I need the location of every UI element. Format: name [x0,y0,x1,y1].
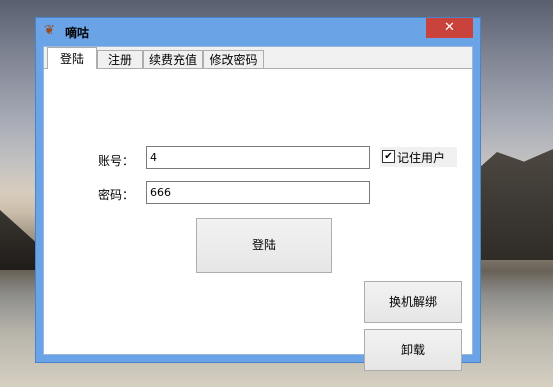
tab-strip: 登陆 注册 续费充值 修改密码 [44,47,472,69]
account-label: 账号： [98,154,135,168]
uninstall-button-label: 卸载 [400,343,425,357]
account-input[interactable]: 4 [146,146,370,169]
unbind-machine-button[interactable]: 换机解绑 [364,281,462,323]
uninstall-button[interactable]: 卸载 [364,329,462,371]
tab-label: 注册 [107,53,132,67]
login-button[interactable]: 登陆 [196,218,332,273]
remember-user-label: 记住用户 [397,151,446,165]
tab-label: 续费充值 [148,53,197,67]
tab-change-password[interactable]: 修改密码 [203,50,264,68]
close-button[interactable]: ✕ [426,18,473,38]
password-label: 密码： [98,188,135,202]
tab-login[interactable]: 登陆 [47,47,97,69]
title-bar[interactable]: ❦ 嘀咕 ✕ [36,18,480,46]
tab-register[interactable]: 注册 [97,50,143,68]
login-button-label: 登陆 [251,238,276,252]
background-rock [0,210,40,270]
app-window: ❦ 嘀咕 ✕ 登陆 注册 续费充值 修改密码 账号： 4 ✔ 记住用户 密码： … [35,17,481,371]
app-emblem-icon: ❦ [44,23,55,38]
checkmark-icon: ✔ [382,150,395,163]
background-hill [470,146,553,260]
tab-label: 修改密码 [209,53,258,67]
close-icon: ✕ [444,20,455,35]
tab-recharge[interactable]: 续费充值 [143,50,203,68]
window-title: 嘀咕 [65,26,90,40]
password-value: 666 [150,186,171,199]
unbind-button-label: 换机解绑 [388,295,437,309]
client-area: 登陆 注册 续费充值 修改密码 账号： 4 ✔ 记住用户 密码： 666 登陆 [43,46,473,371]
password-input[interactable]: 666 [146,181,370,204]
account-value: 4 [150,151,157,164]
tab-label: 登陆 [59,52,84,66]
remember-user-checkbox[interactable]: ✔ 记住用户 [380,147,457,167]
